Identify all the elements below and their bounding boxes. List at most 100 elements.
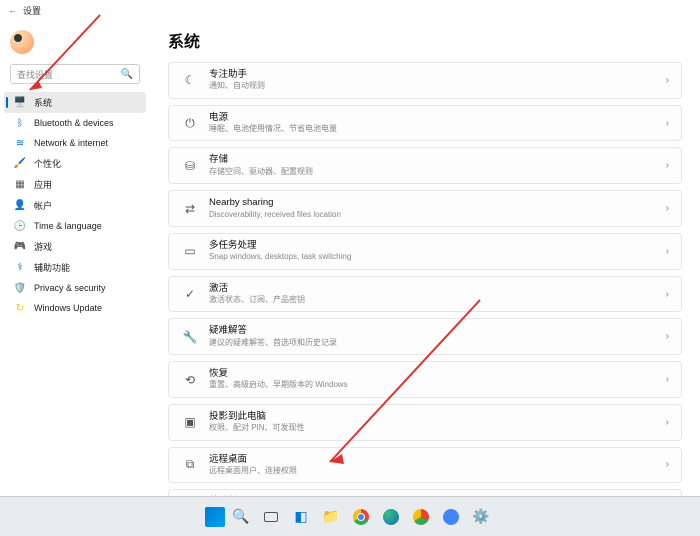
chevron-right-icon: › (666, 289, 669, 300)
sidebar-item-3[interactable]: 🖌️ 个性化 (4, 153, 146, 174)
sidebar-item-0[interactable]: 🖥️系统 (4, 92, 146, 113)
sidebar-item-6[interactable]: 🕒 Time & language (4, 216, 146, 236)
card-title: 远程桌面 (209, 454, 656, 466)
project-icon: ▣ (181, 413, 199, 431)
sidebar-item-label: 帐户 (34, 199, 52, 212)
card-body: 电源睡眠、电池使用情况、节省电池电量 (209, 112, 656, 135)
settings-card-0[interactable]: ☾ 专注助手通知、自动规则 › (168, 62, 682, 99)
card-list: ☾ 专注助手通知、自动规则 › ⏻ 电源睡眠、电池使用情况、节省电池电量 › ⛁ 存储存储空间… (168, 62, 682, 496)
storage-icon: ⛁ (181, 157, 199, 175)
sidebar-item-label: Time & language (34, 221, 102, 231)
bluetooth-icon: ᛒ (14, 117, 26, 129)
sidebar-item-label: 系统 (34, 96, 52, 109)
card-title: 存储 (209, 154, 656, 166)
card-title: Nearby sharing (209, 197, 656, 209)
sidebar-item-8[interactable]: ⚕ 辅助功能 (4, 257, 146, 278)
sidebar-item-7[interactable]: 🎮 游戏 (4, 236, 146, 257)
card-title: 恢复 (209, 368, 656, 380)
search-placeholder: 查找设置 (17, 68, 53, 81)
card-subtitle: 重置、高级启动、早期版本的 Windows (209, 380, 656, 390)
recovery-icon: ⟲ (181, 371, 199, 389)
nav-list: 🖥️系统ᛒBluetooth & devices ≋ Network & inter… (4, 92, 146, 318)
power-icon: ⏻ (181, 114, 199, 132)
settings-card-7[interactable]: ⟲ 恢复重置、高级启动、早期版本的 Windows › (168, 361, 682, 398)
card-title: 激活 (209, 283, 656, 295)
taskbar-taskview[interactable] (257, 503, 285, 531)
settings-card-2[interactable]: ⛁存储存储空间、驱动器、配置规则› (168, 147, 682, 184)
taskbar-widgets[interactable]: ◧ (287, 503, 315, 531)
share-icon: ⇄ (181, 200, 199, 218)
settings-card-1[interactable]: ⏻ 电源睡眠、电池使用情况、节省电池电量 › (168, 105, 682, 142)
accessibility-icon: ⚕ (14, 262, 26, 274)
chevron-right-icon: › (666, 331, 669, 342)
taskbar-app2[interactable] (437, 503, 465, 531)
sidebar-item-label: 应用 (34, 178, 52, 191)
card-title: 多任务处理 (209, 240, 656, 252)
sidebar-item-4[interactable]: ▦ 应用 (4, 174, 146, 195)
titlebar: ← 设置 (0, 0, 700, 20)
taskbar-search[interactable]: 🔍 (227, 503, 255, 531)
card-subtitle: 激活状态、订阅、产品密钥 (209, 295, 656, 305)
sidebar-item-9[interactable]: 🛡️ Privacy & security (4, 278, 146, 298)
sidebar-item-label: 辅助功能 (34, 261, 70, 274)
card-body: 恢复重置、高级启动、早期版本的 Windows (209, 368, 656, 391)
apps-icon: ▦ (14, 179, 26, 191)
moon-icon: ☾ (181, 71, 199, 89)
taskbar-app1[interactable] (407, 503, 435, 531)
update-icon: ↻ (14, 302, 26, 314)
clock-icon: 🕒 (14, 220, 26, 232)
card-subtitle: 建议的疑难解答、首选项和历史记录 (209, 338, 656, 348)
sidebar-item-label: Network & internet (34, 138, 108, 148)
card-body: 存储存储空间、驱动器、配置规则 (209, 154, 656, 177)
user-avatar-row[interactable] (4, 26, 146, 62)
sidebar-item-label: Privacy & security (34, 283, 106, 293)
search-input[interactable]: 查找设置 🔍 (10, 64, 140, 84)
shield-icon: 🛡️ (14, 282, 26, 294)
card-body: 疑难解答建议的疑难解答、首选项和历史记录 (209, 325, 656, 348)
card-subtitle: 远程桌面用户、连接权限 (209, 466, 656, 476)
settings-card-8[interactable]: ▣投影到此电脑权限、配对 PIN、可发现性› (168, 404, 682, 441)
wifi-icon: ≋ (14, 137, 26, 149)
avatar-icon (10, 30, 34, 54)
sidebar-item-2[interactable]: ≋ Network & internet (4, 133, 146, 153)
sidebar-item-1[interactable]: ᛒBluetooth & devices (4, 113, 146, 133)
settings-card-4[interactable]: ▭多任务处理Snap windows, desktops, task switc… (168, 233, 682, 270)
sidebar-item-5[interactable]: 👤帐户 (4, 195, 146, 216)
sidebar-item-label: 个性化 (34, 157, 61, 170)
card-body: 远程桌面远程桌面用户、连接权限 (209, 454, 656, 477)
taskbar-start[interactable] (205, 507, 225, 527)
settings-card-9[interactable]: ⧉远程桌面远程桌面用户、连接权限› (168, 447, 682, 484)
settings-card-3[interactable]: ⇄ Nearby sharingDiscoverability, received… (168, 190, 682, 227)
card-title: 电源 (209, 112, 656, 124)
card-title: 专注助手 (209, 69, 656, 81)
card-body: 多任务处理Snap windows, desktops, task switch… (209, 240, 656, 263)
settings-card-6[interactable]: 🔧疑难解答建议的疑难解答、首选项和历史记录› (168, 318, 682, 355)
brush-icon: 🖌️ (14, 158, 26, 170)
card-subtitle: Discoverability, received files location (209, 210, 656, 220)
page-title: 系统 (168, 28, 682, 52)
card-subtitle: 通知、自动规则 (209, 81, 656, 91)
search-icon: 🔍 (121, 69, 133, 80)
check-icon: ✓ (181, 285, 199, 303)
card-body: 专注助手通知、自动规则 (209, 69, 656, 92)
remote-icon: ⧉ (181, 456, 199, 474)
chevron-right-icon: › (666, 118, 669, 129)
card-body: 投影到此电脑权限、配对 PIN、可发现性 (209, 411, 656, 434)
chevron-right-icon: › (666, 374, 669, 385)
settings-card-10[interactable]: 📋剪贴板Cut and copy history, sync, clear› (168, 489, 682, 496)
chevron-right-icon: › (666, 75, 669, 86)
sidebar: 查找设置 🔍 🖥️系统ᛒBluetooth & devices ≋ Network … (0, 20, 150, 496)
taskbar-edge[interactable] (377, 503, 405, 531)
taskbar-chrome[interactable] (347, 503, 375, 531)
gamepad-icon: 🎮 (14, 241, 26, 253)
card-subtitle: 睡眠、电池使用情况、节省电池电量 (209, 124, 656, 134)
taskbar-explorer[interactable]: 📁 (317, 503, 345, 531)
card-body: Nearby sharingDiscoverability, received … (209, 197, 656, 220)
back-icon[interactable]: ← (8, 5, 17, 15)
sidebar-item-label: 游戏 (34, 240, 52, 253)
sidebar-item-10[interactable]: ↻Windows Update (4, 298, 146, 318)
card-title: 疑难解答 (209, 325, 656, 337)
taskbar-settings[interactable]: ⚙️ (467, 503, 495, 531)
card-subtitle: 权限、配对 PIN、可发现性 (209, 423, 656, 433)
settings-card-5[interactable]: ✓ 激活激活状态、订阅、产品密钥 › (168, 276, 682, 313)
